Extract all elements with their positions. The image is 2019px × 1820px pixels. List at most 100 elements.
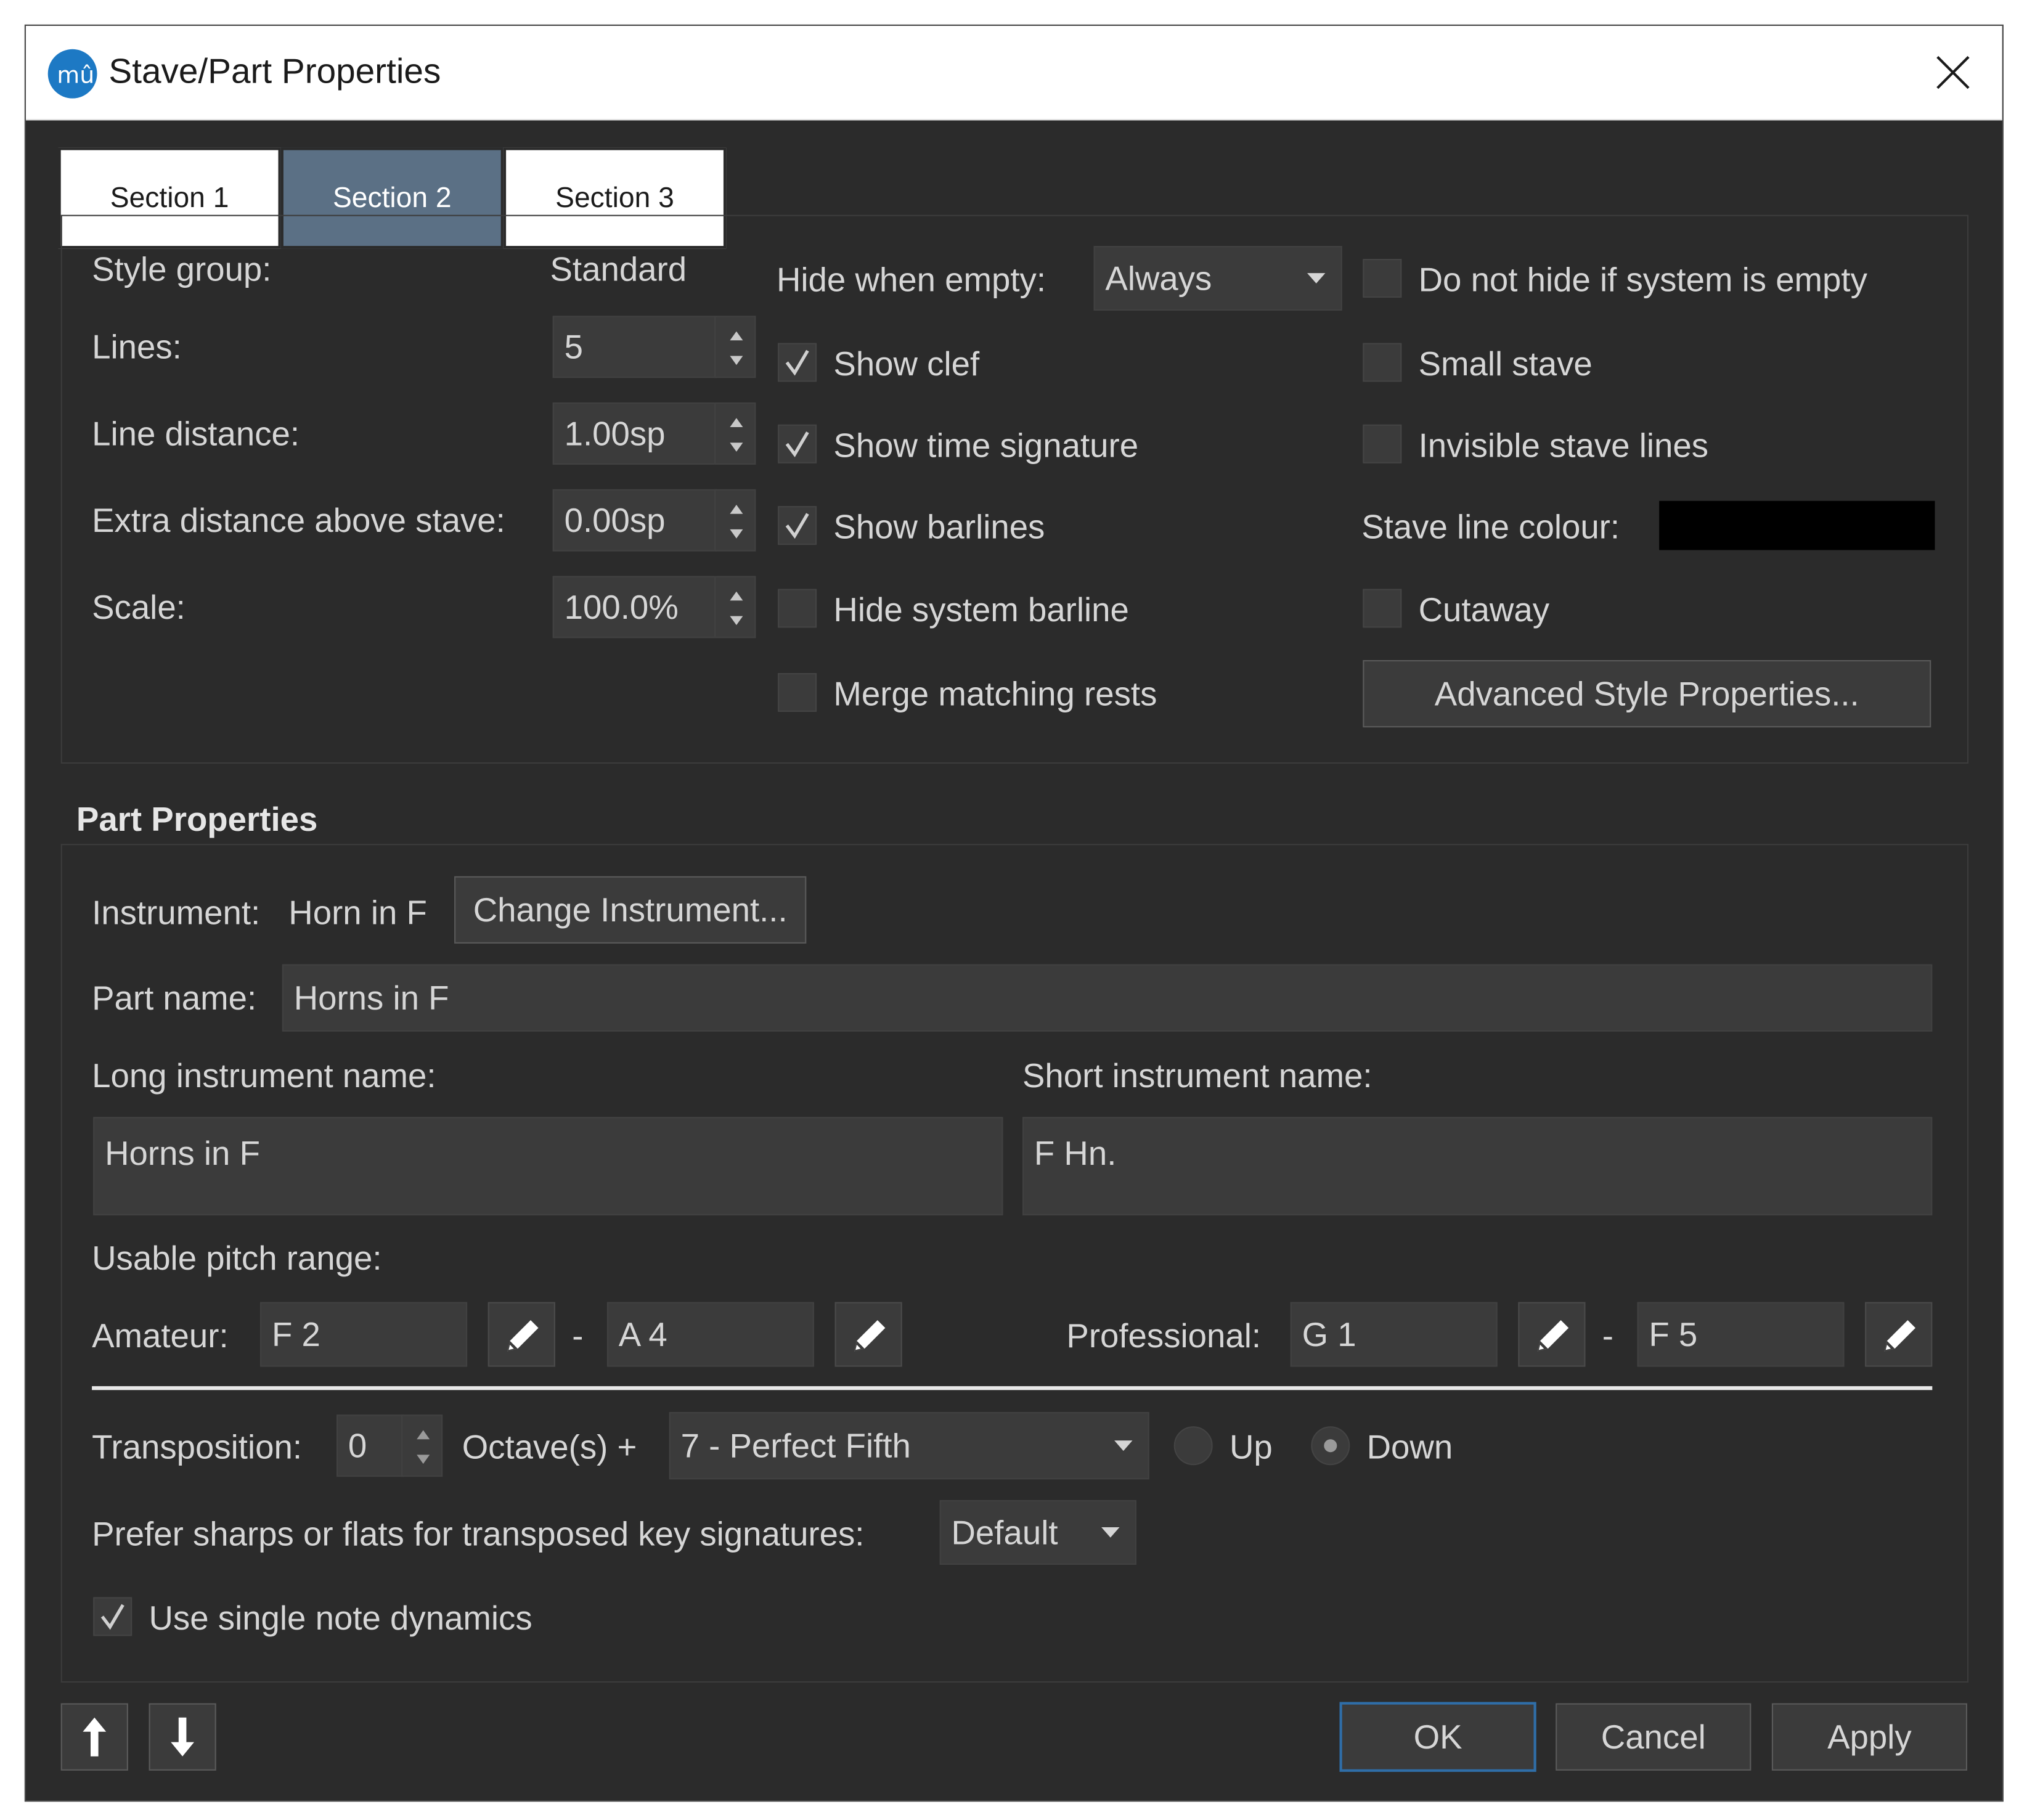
octaves-label: Octave(s) + xyxy=(462,1427,637,1467)
instrument-label: Instrument: xyxy=(92,892,261,932)
show-time-signature-label: Show time signature xyxy=(833,425,1139,465)
window-title: Stave/Part Properties xyxy=(108,52,441,91)
amateur-low-input[interactable]: F 2 xyxy=(260,1302,468,1367)
interval-dropdown[interactable]: 7 - Perfect Fifth xyxy=(669,1412,1149,1480)
pencil-icon xyxy=(507,1320,539,1352)
show-clef-checkbox[interactable] xyxy=(778,343,817,382)
small-stave-label: Small stave xyxy=(1418,344,1593,383)
amateur-label: Amateur: xyxy=(92,1316,229,1355)
separator-line xyxy=(92,1386,1933,1390)
interval-value: 7 - Perfect Fifth xyxy=(680,1426,911,1465)
prefer-sharps-flats-label: Prefer sharps or flats for transposed ke… xyxy=(92,1514,865,1553)
hide-when-empty-label: Hide when empty: xyxy=(777,260,1046,300)
close-icon[interactable] xyxy=(1932,52,1973,93)
cutaway-checkbox[interactable] xyxy=(1363,589,1402,628)
checkmark-icon xyxy=(100,1604,124,1630)
hide-when-empty-value: Always xyxy=(1105,258,1212,297)
up-label: Up xyxy=(1229,1427,1273,1467)
scale-spin-buttons[interactable] xyxy=(714,576,756,639)
extra-distance-spin-buttons[interactable] xyxy=(714,489,756,552)
chevron-down-icon xyxy=(1114,1440,1133,1451)
do-not-hide-label: Do not hide if system is empty xyxy=(1418,260,1867,300)
merge-matching-rests-label: Merge matching rests xyxy=(833,674,1157,714)
lines-spin-buttons[interactable] xyxy=(714,316,756,378)
scale-label: Scale: xyxy=(92,587,186,627)
stave-line-colour-label: Stave line colour: xyxy=(1361,507,1620,547)
show-barlines-checkbox[interactable] xyxy=(778,506,817,545)
prefer-sharps-flats-dropdown[interactable]: Default xyxy=(939,1500,1136,1565)
stave-line-colour-swatch[interactable] xyxy=(1659,500,1935,550)
amateur-high-input[interactable]: A 4 xyxy=(606,1302,814,1367)
cutaway-label: Cutaway xyxy=(1418,590,1550,629)
chevron-down-icon xyxy=(1307,273,1326,284)
professional-label: Professional: xyxy=(1066,1316,1262,1355)
hide-when-empty-dropdown[interactable]: Always xyxy=(1093,245,1342,311)
hide-system-barline-checkbox[interactable] xyxy=(778,589,817,628)
line-distance-spinbox[interactable]: 1.00sp xyxy=(552,402,717,465)
style-group-label: Style group: xyxy=(92,250,272,289)
checkmark-icon xyxy=(785,431,809,457)
down-label: Down xyxy=(1366,1427,1453,1467)
change-instrument-button[interactable]: Change Instrument... xyxy=(454,876,807,944)
chevron-down-icon xyxy=(1101,1527,1120,1538)
title-bar: mû Stave/Part Properties xyxy=(26,26,2002,121)
extra-distance-label: Extra distance above stave: xyxy=(92,500,505,540)
professional-low-input[interactable]: G 1 xyxy=(1290,1302,1498,1367)
invisible-stave-lines-checkbox[interactable] xyxy=(1363,424,1402,463)
pencil-icon xyxy=(1884,1320,1915,1352)
radio-selected-dot xyxy=(1324,1439,1337,1453)
professional-range-separator: - xyxy=(1602,1316,1614,1355)
part-properties-heading: Part Properties xyxy=(76,799,318,839)
arrow-down-icon xyxy=(171,1717,194,1757)
extra-distance-spinbox[interactable]: 0.00sp xyxy=(552,489,717,552)
professional-low-edit-button[interactable] xyxy=(1518,1302,1586,1367)
cancel-button[interactable]: Cancel xyxy=(1556,1703,1752,1771)
show-clef-label: Show clef xyxy=(833,344,980,383)
down-radio[interactable] xyxy=(1311,1426,1350,1466)
pencil-icon xyxy=(854,1320,886,1352)
short-instrument-name-label: Short instrument name: xyxy=(1022,1056,1373,1095)
do-not-hide-checkbox[interactable] xyxy=(1363,258,1402,298)
part-name-input[interactable]: Horns in F xyxy=(282,964,1933,1032)
invisible-stave-lines-label: Invisible stave lines xyxy=(1418,425,1708,465)
apply-button[interactable]: Apply xyxy=(1771,1703,1967,1771)
line-distance-label: Line distance: xyxy=(92,414,300,453)
ok-button[interactable]: OK xyxy=(1339,1702,1536,1772)
transposition-label: Transposition: xyxy=(92,1427,303,1467)
short-instrument-name-input[interactable]: F Hn. xyxy=(1022,1117,1933,1215)
professional-high-edit-button[interactable] xyxy=(1865,1302,1933,1367)
hide-system-barline-label: Hide system barline xyxy=(833,590,1129,629)
transposition-octaves-spinbox[interactable]: 0 xyxy=(336,1414,404,1477)
part-name-label: Part name: xyxy=(92,978,257,1018)
show-barlines-label: Show barlines xyxy=(833,507,1045,547)
advanced-style-properties-button[interactable]: Advanced Style Properties... xyxy=(1363,660,1931,728)
next-stave-button[interactable] xyxy=(149,1703,216,1771)
prefer-sharps-flats-value: Default xyxy=(951,1512,1058,1551)
long-instrument-name-input[interactable]: Horns in F xyxy=(93,1117,1003,1215)
single-note-dynamics-checkbox[interactable] xyxy=(93,1597,133,1636)
small-stave-checkbox[interactable] xyxy=(1363,343,1402,382)
checkmark-icon xyxy=(785,513,809,539)
lines-spinbox[interactable]: 5 xyxy=(552,316,717,378)
musescore-logo-icon: mû xyxy=(47,49,97,99)
long-instrument-name-label: Long instrument name: xyxy=(92,1056,436,1095)
amateur-high-edit-button[interactable] xyxy=(834,1302,902,1367)
svg-text:mû: mû xyxy=(57,61,94,88)
amateur-low-edit-button[interactable] xyxy=(487,1302,555,1367)
pencil-icon xyxy=(1537,1320,1569,1352)
checkmark-icon xyxy=(785,349,809,376)
professional-high-input[interactable]: F 5 xyxy=(1637,1302,1845,1367)
instrument-value: Horn in F xyxy=(288,892,427,932)
show-time-signature-checkbox[interactable] xyxy=(778,424,817,463)
amateur-range-separator: - xyxy=(572,1316,584,1355)
arrow-up-icon xyxy=(83,1717,107,1757)
style-group-value: Standard xyxy=(550,250,687,289)
up-radio[interactable] xyxy=(1173,1426,1213,1466)
lines-label: Lines: xyxy=(92,327,182,367)
merge-matching-rests-checkbox[interactable] xyxy=(778,673,817,712)
transposition-spin-buttons[interactable] xyxy=(401,1414,443,1477)
single-note-dynamics-label: Use single note dynamics xyxy=(149,1598,532,1638)
line-distance-spin-buttons[interactable] xyxy=(714,402,756,465)
scale-spinbox[interactable]: 100.0% xyxy=(552,576,717,639)
previous-stave-button[interactable] xyxy=(60,1703,128,1771)
